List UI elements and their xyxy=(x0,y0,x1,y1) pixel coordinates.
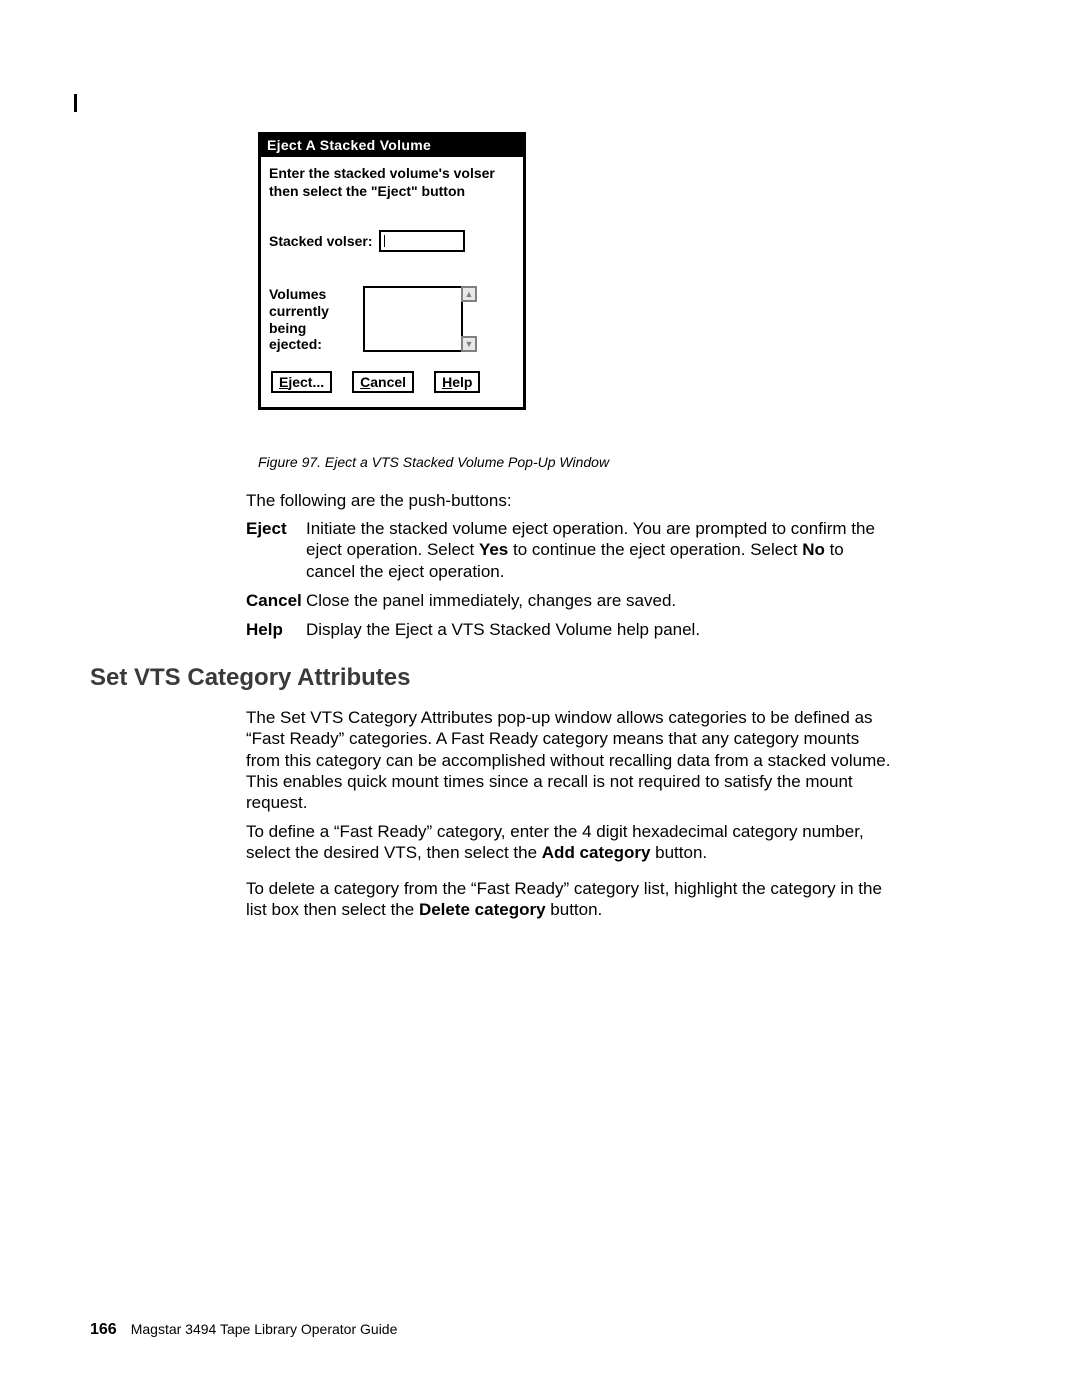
p3b: Delete category xyxy=(419,900,546,919)
vbe-l3: being xyxy=(269,320,306,336)
de4: No xyxy=(802,540,825,559)
volumes-being-ejected-label: Volumes currently being ejected: xyxy=(269,286,347,353)
figure-caption: Figure 97. Eject a VTS Stacked Volume Po… xyxy=(258,454,609,470)
footer-title: Magstar 3494 Tape Library Operator Guide xyxy=(131,1321,398,1337)
eject-rest: ject... xyxy=(288,374,324,390)
scroll-down-icon[interactable]: ▼ xyxy=(461,336,477,352)
de2: Yes xyxy=(479,540,508,559)
vbe-l1: Volumes xyxy=(269,286,326,302)
vbe-l2: currently xyxy=(269,303,329,319)
cancel-button[interactable]: Cancel xyxy=(352,371,414,393)
def-cancel: Cancel Close the panel immediately, chan… xyxy=(246,590,896,611)
help-button[interactable]: Help xyxy=(434,371,480,393)
change-bar xyxy=(74,94,77,112)
def-eject: Eject Initiate the stacked volume eject … xyxy=(246,518,896,582)
dialog-instruction-line2: then select the "Eject" button xyxy=(269,183,465,199)
cancel-mnemonic: C xyxy=(360,374,370,390)
def-help-desc: Display the Eject a VTS Stacked Volume h… xyxy=(306,619,896,640)
definition-list: Eject Initiate the stacked volume eject … xyxy=(246,518,896,648)
p3c: button. xyxy=(546,900,603,919)
def-cancel-term: Cancel xyxy=(246,590,306,611)
def-eject-desc: Initiate the stacked volume eject operat… xyxy=(306,518,896,582)
stacked-volser-input[interactable] xyxy=(379,230,465,252)
listbox-scrollbar[interactable]: ▲ ▼ xyxy=(461,286,477,352)
scroll-up-icon[interactable]: ▲ xyxy=(461,286,477,302)
vbe-l4: ejected: xyxy=(269,336,322,352)
p2b: Add category xyxy=(542,843,651,862)
eject-mnemonic: E xyxy=(279,374,288,390)
section-para-1: The Set VTS Category Attributes pop-up w… xyxy=(246,707,896,813)
dialog-instruction-line1: Enter the stacked volume's volser xyxy=(269,165,495,181)
volumes-being-ejected-listbox[interactable]: ▲ ▼ xyxy=(363,286,477,352)
def-help-term: Help xyxy=(246,619,306,640)
eject-button[interactable]: Eject... xyxy=(271,371,332,393)
cancel-rest: ancel xyxy=(370,374,406,390)
dialog-instruction: Enter the stacked volume's volser then s… xyxy=(269,165,515,200)
eject-stacked-volume-dialog: Eject A Stacked Volume Enter the stacked… xyxy=(258,132,526,410)
section-para-3: To delete a category from the “Fast Read… xyxy=(246,878,896,921)
de3: to continue the eject operation. Select xyxy=(508,540,802,559)
page-footer: 166 Magstar 3494 Tape Library Operator Gu… xyxy=(90,1321,397,1339)
help-mnemonic: H xyxy=(442,374,452,390)
def-help: Help Display the Eject a VTS Stacked Vol… xyxy=(246,619,896,640)
section-para-2: To define a “Fast Ready” category, enter… xyxy=(246,821,896,864)
p2c: button. xyxy=(650,843,707,862)
def-eject-term: Eject xyxy=(246,518,306,582)
help-rest: elp xyxy=(452,374,472,390)
dialog-title: Eject A Stacked Volume xyxy=(261,135,523,157)
def-cancel-desc: Close the panel immediately, changes are… xyxy=(306,590,896,611)
section-heading: Set VTS Category Attributes xyxy=(90,664,411,692)
page-number: 166 xyxy=(90,1321,117,1338)
stacked-volser-label: Stacked volser: xyxy=(269,233,373,249)
intro-text: The following are the push-buttons: xyxy=(246,490,896,511)
